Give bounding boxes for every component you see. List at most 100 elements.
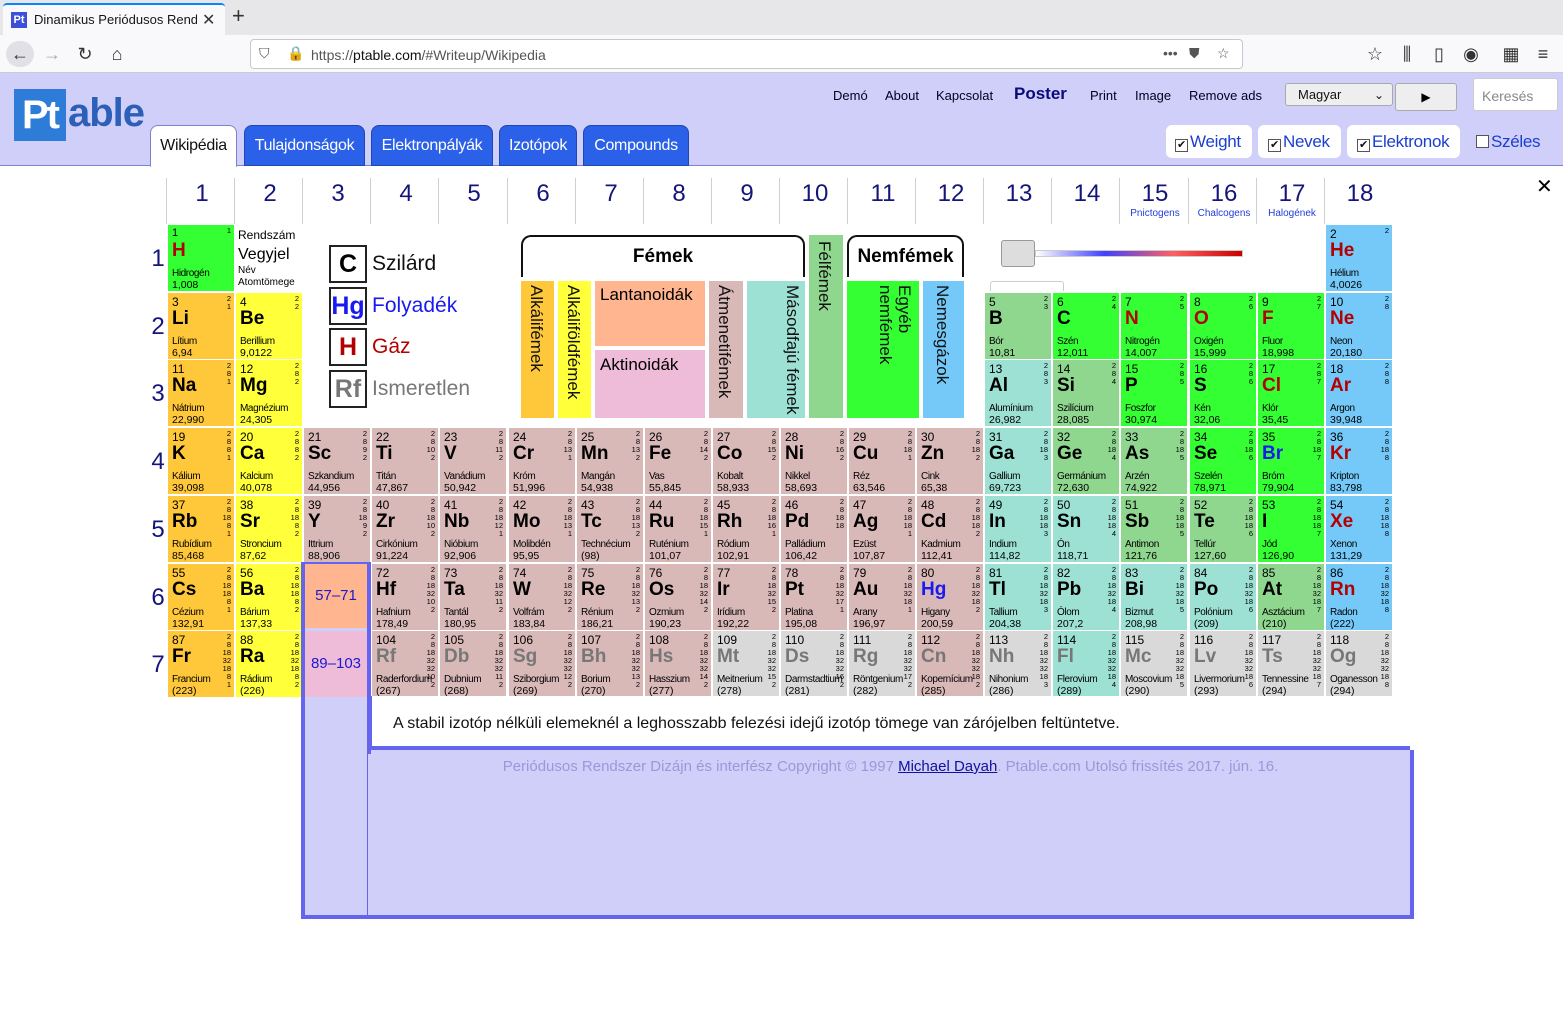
element-cell-mo[interactable]: 42 Mo Molibdén 95,95 2 8 18 13 1 [509,496,575,562]
element-cell-rf[interactable]: 104 Rf Raderfordium (267) 2 8 18 32 32 10 2 [372,631,438,697]
element-cell-o[interactable]: 8 O Oxigén 15,999 2 6 [1190,293,1256,359]
group-family-label[interactable]: Pnictogens [1121,208,1189,219]
group-number[interactable]: 2 [236,180,304,208]
group-number[interactable]: 8 [645,180,713,208]
period-number[interactable]: 1 [150,245,166,273]
element-cell-pt[interactable]: 78 Pt Platina 195,08 2 8 18 32 17 1 [781,564,847,630]
element-cell-rn[interactable]: 86 Rn Radon (222) 2 8 18 32 18 8 [1326,564,1392,630]
element-cell-pd[interactable]: 46 Pd Palládium 106,42 2 8 18 18 [781,496,847,562]
group-number[interactable]: 3 [304,180,372,208]
element-cell-ba[interactable]: 56 Ba Bárium 137,33 2 8 18 18 8 2 [236,564,302,630]
element-cell-ta[interactable]: 73 Ta Tantál 180,95 2 8 18 32 11 2 [440,564,506,630]
language-select[interactable]: Magyar ⌄ [1285,83,1393,106]
back-icon[interactable]: ← [6,41,34,67]
reload-icon[interactable]: ↻ [71,41,99,67]
element-cell-fr[interactable]: 87 Fr Francium (223) 2 8 18 32 18 8 1 [168,631,234,697]
link-contact[interactable]: Kapcsolat [936,88,993,103]
group-number[interactable]: 17 [1258,180,1326,208]
period-number[interactable]: 5 [150,516,166,544]
element-cell-cn[interactable]: 112 Cn Kopernícium (285) 2 8 18 32 32 18 2 [917,631,983,697]
element-cell-fe[interactable]: 26 Fe Vas 55,845 2 8 14 2 [645,428,711,494]
element-cell-br[interactable]: 35 Br Bróm 79,904 2 8 18 7 [1258,428,1324,494]
element-cell-at[interactable]: 85 At Asztácium (210) 2 8 18 32 18 7 [1258,564,1324,630]
element-cell-mc[interactable]: 115 Mc Moscovium (290) 2 8 18 32 32 18 5 [1121,631,1187,697]
element-cell-zr[interactable]: 40 Zr Cirkónium 91,224 2 8 18 10 2 [372,496,438,562]
element-cell-ga[interactable]: 31 Ga Gallium 69,723 2 8 18 3 [985,428,1051,494]
category-other-nonmetals[interactable]: Egyéb nemfémek [847,281,919,418]
element-cell-re[interactable]: 75 Re Rénium 186,21 2 8 18 32 13 2 [577,564,643,630]
group-number[interactable]: 5 [440,180,508,208]
element-cell-bi[interactable]: 83 Bi Bizmut 208,98 2 8 18 32 18 5 [1121,564,1187,630]
category-alkaline-earth[interactable]: Alkáliföldfémek [558,281,591,418]
element-cell-nb[interactable]: 41 Nb Nióbium 92,906 2 8 18 12 1 [440,496,506,562]
tab-compounds[interactable]: Compounds [583,125,689,166]
element-cell-al[interactable]: 13 Al Alumínium 26,982 2 8 3 [985,360,1051,426]
category-noble-gases[interactable]: Nemesgázok [923,281,964,418]
element-cell-rg[interactable]: 111 Rg Röntgenium (282) 2 8 18 32 32 17 2 [849,631,915,697]
group-number[interactable]: 1 [168,180,236,208]
group-family-label[interactable]: Halogének [1258,208,1326,219]
link-poster[interactable]: Poster [1014,84,1067,104]
element-cell-f[interactable]: 9 F Fluor 18,998 2 7 [1258,293,1324,359]
element-cell-zn[interactable]: 30 Zn Cink 65,38 2 8 18 2 [917,428,983,494]
period-number[interactable]: 2 [150,313,166,341]
element-cell-b[interactable]: 5 B Bór 10,81 2 3 [985,293,1051,359]
url-bar[interactable]: ⛉ 🔒 https://ptable.com/#Writeup/Wikipedi… [250,39,1243,69]
element-cell-pb[interactable]: 82 Pb Ólom 207,2 2 8 18 32 18 4 [1053,564,1119,630]
element-cell-ds[interactable]: 110 Ds Darmstadtium (281) 2 8 18 32 32 16 2 [781,631,847,697]
element-cell-db[interactable]: 105 Db Dubnium (268) 2 8 18 32 32 11 2 [440,631,506,697]
actinide-reference[interactable]: 89–103 [305,631,367,697]
element-cell-ca[interactable]: 20 Ca Kalcium 40,078 2 8 8 2 [236,428,302,494]
element-cell-hs[interactable]: 108 Hs Hasszium (277) 2 8 18 32 32 14 2 [645,631,711,697]
temperature-slider-handle[interactable] [1001,240,1035,267]
element-cell-po[interactable]: 84 Po Polónium (209) 2 8 18 32 18 6 [1190,564,1256,630]
sidebar-icon[interactable]: ▯ [1425,41,1453,67]
element-cell-cs[interactable]: 55 Cs Cézium 132,91 2 8 18 18 8 1 [168,564,234,630]
element-cell-p[interactable]: 15 P Foszfor 30,974 2 8 5 [1121,360,1187,426]
language-go-button[interactable]: ▶ [1395,83,1457,111]
group-number[interactable]: 16 [1190,180,1258,208]
key-element-cell[interactable]: 1 H Hidrogén 1,008 1 [168,225,234,291]
element-cell-bh[interactable]: 107 Bh Borium (270) 2 8 18 32 32 13 2 [577,631,643,697]
element-cell-si[interactable]: 14 Si Szilícium 28,085 2 8 4 [1053,360,1119,426]
element-cell-s[interactable]: 16 S Kén 32,06 2 8 6 [1190,360,1256,426]
element-cell-lv[interactable]: 116 Lv Livermorium (293) 2 8 18 32 32 18 6 [1190,631,1256,697]
element-cell-kr[interactable]: 36 Kr Kripton 83,798 2 8 18 8 [1326,428,1392,494]
category-post-transition[interactable]: Másodfajú fémek [747,281,805,418]
group-number[interactable]: 6 [509,180,577,208]
element-cell-ru[interactable]: 44 Ru Ruténium 101,07 2 8 18 15 1 [645,496,711,562]
group-number[interactable]: 10 [781,180,849,208]
period-number[interactable]: 7 [150,651,166,679]
account-icon[interactable]: ◉ [1457,41,1485,67]
element-cell-cl[interactable]: 17 Cl Klór 35,45 2 8 7 [1258,360,1324,426]
bookmarks-icon[interactable]: ☆ [1361,41,1389,67]
element-cell-se[interactable]: 34 Se Szelén 78,971 2 8 18 6 [1190,428,1256,494]
link-about[interactable]: About [885,88,919,103]
element-cell-sg[interactable]: 106 Sg Sziborgium (269) 2 8 18 32 32 12 2 [509,631,575,697]
category-lanthanides[interactable]: Lantanoidák [595,281,705,346]
close-icon[interactable]: ✕ [1536,174,1553,199]
group-number[interactable]: 18 [1326,180,1394,208]
wide-checkbox[interactable]: Széles [1466,125,1554,158]
element-cell-xe[interactable]: 54 Xe Xenon 131,29 2 8 18 18 8 [1326,496,1392,562]
element-cell-in[interactable]: 49 In Indium 114,82 2 8 18 18 3 [985,496,1051,562]
group-number[interactable]: 11 [849,180,917,208]
element-cell-hf[interactable]: 72 Hf Hafnium 178,49 2 8 18 32 10 2 [372,564,438,630]
element-cell-n[interactable]: 7 N Nitrogén 14,007 2 5 [1121,293,1187,359]
temperature-input[interactable] [990,281,1064,291]
element-cell-mg[interactable]: 12 Mg Magnézium 24,305 2 8 2 [236,360,302,426]
group-number[interactable]: 12 [917,180,985,208]
period-number[interactable]: 6 [150,584,166,612]
element-cell-li[interactable]: 3 Li Lítium 6,94 2 1 [168,293,234,359]
element-cell-y[interactable]: 39 Y Ittrium 88,906 2 8 18 9 2 [304,496,370,562]
library-icon[interactable]: ⫼ [1393,41,1421,67]
element-cell-cu[interactable]: 29 Cu Réz 63,546 2 8 18 1 [849,428,915,494]
element-cell-sr[interactable]: 38 Sr Stroncium 87,62 2 8 18 8 2 [236,496,302,562]
element-cell-tl[interactable]: 81 Tl Tallium 204,38 2 8 18 32 18 3 [985,564,1051,630]
element-cell-mn[interactable]: 25 Mn Mangán 54,938 2 8 13 2 [577,428,643,494]
link-print[interactable]: Print [1090,88,1117,103]
element-cell-i[interactable]: 53 I Jód 126,90 2 8 18 18 7 [1258,496,1324,562]
element-cell-hg[interactable]: 80 Hg Higany 200,59 2 8 18 32 18 2 [917,564,983,630]
group-number[interactable]: 9 [713,180,781,208]
tab-orbitals[interactable]: Elektronpályák [371,125,493,166]
